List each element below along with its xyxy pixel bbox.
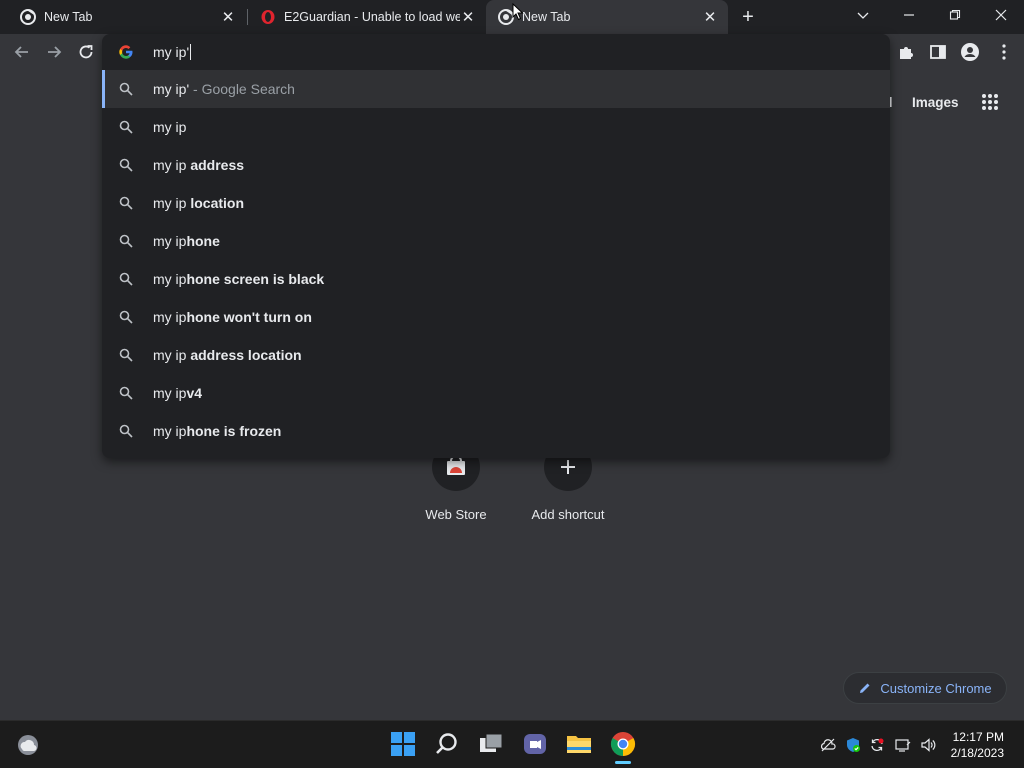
suggestion-row[interactable]: my iphone screen is black (102, 260, 890, 298)
clock-date: 2/18/2023 (950, 746, 1004, 760)
suggestion-prefix: my ip (153, 385, 187, 401)
suggestion-row[interactable]: my iphone is frozen (102, 412, 890, 450)
suggestion-prefix: my ip (153, 309, 187, 325)
suggestion-prefix: my ip (153, 195, 187, 211)
teams-chat-icon[interactable] (522, 731, 548, 757)
sync-icon[interactable] (869, 737, 885, 753)
search-icon (119, 310, 133, 324)
omnibox-input[interactable]: my ip' (153, 44, 192, 60)
search-icon (119, 424, 133, 438)
customize-chrome-label: Customize Chrome (880, 680, 992, 696)
opera-icon (260, 9, 276, 25)
forward-icon[interactable] (44, 42, 64, 62)
back-icon[interactable] (12, 42, 32, 62)
start-windows-icon[interactable] (390, 731, 416, 757)
address-bar[interactable]: my ip' (102, 34, 890, 70)
chrome-icon (20, 9, 36, 25)
suggestion-suffix: hone (186, 233, 220, 249)
omnibox-input-value: my ip' (153, 44, 190, 60)
suggestion-row[interactable]: my ip address location (102, 336, 890, 374)
profile-icon[interactable] (960, 42, 980, 62)
search-icon (119, 120, 133, 134)
add-shortcut-label: Add shortcut (531, 507, 605, 522)
tab-title: E2Guardian - Unable to load web (284, 10, 460, 24)
security-shield-icon[interactable] (845, 737, 861, 753)
network-monitor-icon[interactable] (895, 737, 911, 753)
suggestion-row[interactable]: my iphone won't turn on (102, 298, 890, 336)
suggestion-prefix: my ip (153, 423, 187, 439)
search-icon (119, 386, 133, 400)
clock-time: 12:17 PM (952, 730, 1004, 744)
mouse-cursor-icon (512, 3, 524, 21)
suggestion-row[interactable]: my ip (102, 108, 890, 146)
suggestion-suffix: address (186, 157, 245, 173)
search-icon (119, 196, 133, 210)
tab-close-icon[interactable]: ✕ (702, 9, 718, 26)
search-icon (119, 234, 133, 248)
suggestion-row[interactable]: my ip address (102, 146, 890, 184)
minimize-icon[interactable] (889, 0, 929, 30)
tab-new-tab-1[interactable]: New Tab ✕ (0, 0, 246, 34)
volume-icon[interactable] (920, 737, 936, 753)
suggestion-prefix: my ip (153, 271, 187, 287)
reload-icon[interactable] (76, 42, 96, 62)
task-view-icon[interactable] (478, 731, 504, 757)
search-icon (119, 82, 133, 96)
apps-grid-icon[interactable] (981, 93, 999, 111)
suggestion-prefix: my ip (153, 157, 187, 173)
side-panel-icon[interactable] (928, 42, 948, 62)
extensions-puzzle-icon[interactable] (896, 42, 916, 62)
customize-chrome-button[interactable]: Customize Chrome (843, 672, 1007, 704)
suggestion-prefix: my ip' (153, 81, 190, 97)
suggestion-suffix: location (186, 195, 245, 211)
pencil-icon (860, 683, 870, 693)
web-store-label: Web Store (425, 507, 487, 522)
weather-widget-icon[interactable] (16, 733, 40, 757)
tab-close-icon[interactable]: ✕ (460, 9, 476, 26)
google-g-icon (118, 44, 134, 60)
tab-title: New Tab (44, 10, 93, 24)
suggestion-prefix: my ip (153, 233, 187, 249)
windows-taskbar: 12:17 PM 2/18/2023 (0, 720, 1024, 768)
tab-close-icon[interactable]: ✕ (220, 9, 236, 26)
system-clock[interactable]: 12:17 PM 2/18/2023 (951, 729, 1004, 761)
suggestion-suffix: hone is frozen (186, 423, 282, 439)
suggestion-row[interactable]: my ip location (102, 184, 890, 222)
close-window-icon[interactable] (981, 0, 1021, 30)
omnibox-dropdown: my ip' my ip' - Google Search my ip my i… (102, 34, 890, 458)
search-icon (119, 158, 133, 172)
suggestion-prefix: my ip (153, 347, 187, 363)
suggestion-suffix: v4 (186, 385, 203, 401)
file-explorer-icon[interactable] (566, 731, 592, 757)
tab-e2guardian[interactable]: E2Guardian - Unable to load web ✕ (240, 0, 486, 34)
search-icon (119, 348, 133, 362)
restore-icon[interactable] (935, 0, 975, 30)
suggestion-row[interactable]: my ip' - Google Search (102, 70, 890, 108)
active-app-indicator (615, 761, 631, 764)
chrome-taskbar-icon[interactable] (610, 731, 636, 757)
tab-title: New Tab (522, 10, 571, 24)
suggestion-suffix: address location (186, 347, 302, 363)
suggestion-suffix: hone won't turn on (186, 309, 312, 325)
suggestion-row[interactable]: my ipv4 (102, 374, 890, 412)
images-link[interactable]: Images (912, 95, 959, 110)
suggestion-prefix: my ip (153, 119, 187, 135)
search-icon (119, 272, 133, 286)
suggestion-row[interactable]: my iphone (102, 222, 890, 260)
tab-search-chevron-icon[interactable] (843, 0, 883, 30)
menu-kebab-icon[interactable] (994, 42, 1014, 62)
search-taskbar-icon[interactable] (434, 731, 460, 757)
suggestion-suffix: hone screen is black (186, 271, 325, 287)
new-tab-plus-icon[interactable]: + (738, 7, 758, 27)
onedrive-cloud-icon[interactable] (820, 737, 836, 753)
suggestion-hint: - Google Search (189, 81, 295, 97)
text-caret (190, 44, 192, 60)
